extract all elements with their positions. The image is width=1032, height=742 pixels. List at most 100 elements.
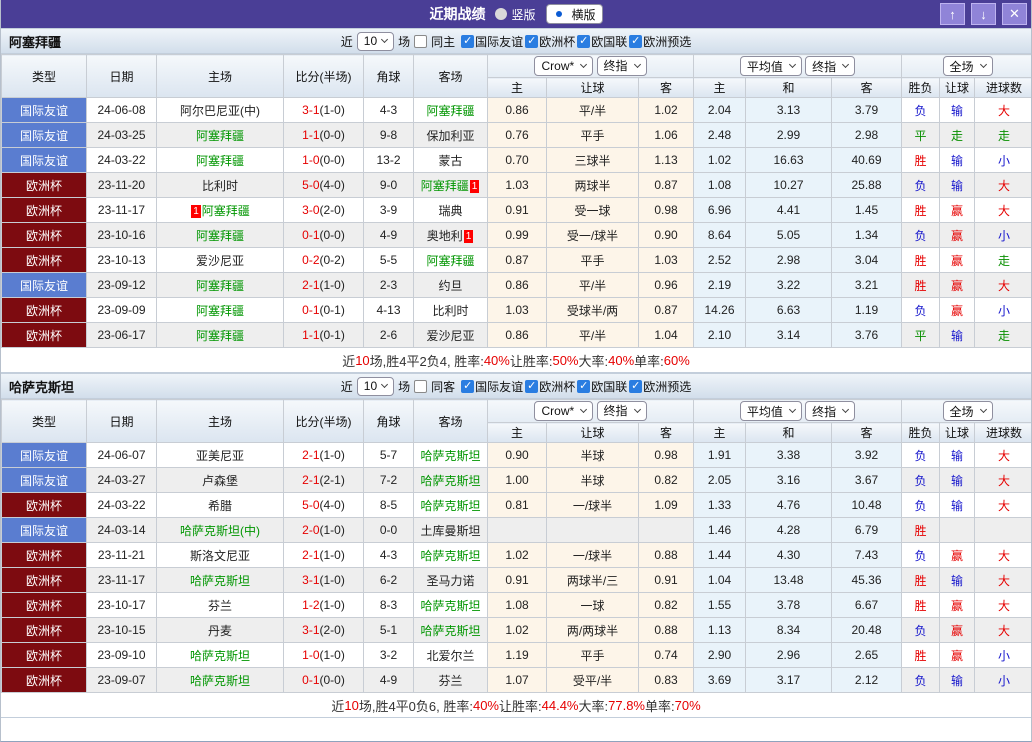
score-full: 5-0 (302, 498, 319, 512)
result-wdl-cell: 胜 (902, 198, 940, 223)
odds-home-cell: 1.07 (488, 668, 547, 693)
avg-draw-cell: 13.48 (746, 568, 832, 593)
near-label: 近 (341, 378, 353, 395)
score-cell: 5-0(4-0) (284, 493, 364, 518)
league-checkbox[interactable]: ✓ (461, 380, 474, 393)
summary-segment: 70% (675, 698, 701, 713)
odds-line-cell: 受一球 (547, 198, 639, 223)
odds-stage-select[interactable]: 终指 (597, 401, 647, 421)
corner-cell: 7-2 (364, 468, 414, 493)
avg-source-select[interactable]: 平均值 (740, 56, 802, 76)
radio-vertical-layout[interactable]: 竖版 (495, 6, 535, 23)
move-down-button[interactable]: ↓ (971, 3, 996, 25)
league-label: 欧洲预选 (643, 33, 691, 50)
score-full: 3-1 (302, 623, 319, 637)
home-team: 希腊 (157, 493, 284, 518)
team-label: 哈萨克斯坦 (420, 599, 480, 613)
score-half: (1-0) (320, 103, 345, 117)
avg-home-cell: 14.26 (694, 298, 746, 323)
result-goals-cell: 小 (975, 148, 1032, 173)
avg-away-cell: 3.92 (832, 443, 902, 468)
league-checkbox[interactable]: ✓ (629, 35, 642, 48)
date-cell: 23-11-17 (87, 198, 157, 223)
odds-away-header: 客 (639, 423, 694, 443)
score-half: (1-0) (320, 548, 345, 562)
team-label: 哈萨克斯坦 (420, 474, 480, 488)
odds-home-cell: 1.02 (488, 618, 547, 643)
result-goals-cell: 小 (975, 298, 1032, 323)
result-group-header: 全场 (902, 55, 1032, 78)
avg-draw-cell: 3.16 (746, 468, 832, 493)
team-label: 哈萨克斯坦 (420, 449, 480, 463)
date-cell: 23-09-10 (87, 643, 157, 668)
home-team: 阿塞拜疆 (157, 298, 284, 323)
odds-stage-select[interactable]: 终指 (597, 56, 647, 76)
score-half: (0-2) (320, 253, 345, 267)
move-up-button[interactable]: ↑ (940, 3, 965, 25)
avg-draw-cell: 5.05 (746, 223, 832, 248)
match-count-select[interactable]: 10 (357, 377, 394, 396)
league-checkbox[interactable]: ✓ (525, 35, 538, 48)
odds-home-cell: 1.02 (488, 543, 547, 568)
corner-cell: 13-2 (364, 148, 414, 173)
avg-draw-cell: 3.78 (746, 593, 832, 618)
score-full: 2-0 (302, 523, 319, 537)
score-half: (0-0) (320, 673, 345, 687)
avg-draw-cell: 2.99 (746, 123, 832, 148)
odds-source-select[interactable]: Crow* (534, 401, 593, 421)
corner-cell: 2-3 (364, 273, 414, 298)
league-checkbox[interactable]: ✓ (577, 380, 590, 393)
score-cell: 1-0(1-0) (284, 643, 364, 668)
avg-stage-select[interactable]: 终指 (805, 401, 855, 421)
avg-home-cell: 2.04 (694, 98, 746, 123)
close-button[interactable]: ✕ (1002, 3, 1027, 25)
team-label: 阿塞拜疆 (196, 279, 244, 293)
home-team: 爱沙尼亚 (157, 248, 284, 273)
score-half: (1-0) (320, 598, 345, 612)
league-checkbox[interactable]: ✓ (577, 35, 590, 48)
avg-away-cell: 3.76 (832, 323, 902, 348)
away-team: 约旦 (414, 273, 488, 298)
col-type-header: 类型 (2, 55, 87, 98)
team-label: 芬兰 (208, 599, 232, 613)
avg-away-cell: 3.67 (832, 468, 902, 493)
result-handicap-cell: 输 (940, 98, 975, 123)
home-team: 1阿塞拜疆 (157, 198, 284, 223)
summary-segment: 大率: (579, 351, 609, 370)
home-team: 阿尔巴尼亚(中) (157, 98, 284, 123)
col-date-header: 日期 (87, 55, 157, 98)
corner-cell: 8-5 (364, 493, 414, 518)
avg-home-cell: 2.90 (694, 643, 746, 668)
odds-line-cell: 一球 (547, 593, 639, 618)
result-handicap-header: 让球 (940, 423, 975, 443)
match-count-select[interactable]: 10 (357, 32, 394, 51)
fulltime-select[interactable]: 全场 (943, 56, 993, 76)
same-side-checkbox[interactable] (414, 380, 427, 393)
score-half: (4-0) (320, 498, 345, 512)
same-side-checkbox[interactable] (414, 35, 427, 48)
score-cell: 3-1(2-0) (284, 618, 364, 643)
table-row: 欧洲杯 23-11-17 哈萨克斯坦 3-1(1-0) 6-2 圣马力诺 0.9… (2, 568, 1032, 593)
odds-away-cell: 0.82 (639, 593, 694, 618)
home-team: 哈萨克斯坦(中) (157, 518, 284, 543)
result-handicap-cell: 赢 (940, 643, 975, 668)
league-checkbox[interactable]: ✓ (629, 380, 642, 393)
team-label: 哈萨克斯坦 (420, 624, 480, 638)
league-checkbox[interactable]: ✓ (461, 35, 474, 48)
avg-stage-select[interactable]: 终指 (805, 56, 855, 76)
league-cell: 欧洲杯 (2, 568, 87, 593)
avg-draw-cell: 4.28 (746, 518, 832, 543)
odds-source-select[interactable]: Crow* (534, 56, 593, 76)
avg-draw-cell: 4.30 (746, 543, 832, 568)
avg-source-select[interactable]: 平均值 (740, 401, 802, 421)
score-cell: 0-1(0-1) (284, 298, 364, 323)
radio-horizontal-layout[interactable]: 横版 (546, 4, 603, 24)
score-cell: 0-1(0-0) (284, 668, 364, 693)
odds-away-cell: 0.82 (639, 468, 694, 493)
fulltime-select[interactable]: 全场 (943, 401, 993, 421)
odds-line-cell: 受平/半 (547, 668, 639, 693)
result-handicap-cell: 赢 (940, 543, 975, 568)
league-checkbox[interactable]: ✓ (525, 380, 538, 393)
result-handicap-cell: 输 (940, 468, 975, 493)
radio-horizontal-label: 横版 (572, 6, 596, 23)
